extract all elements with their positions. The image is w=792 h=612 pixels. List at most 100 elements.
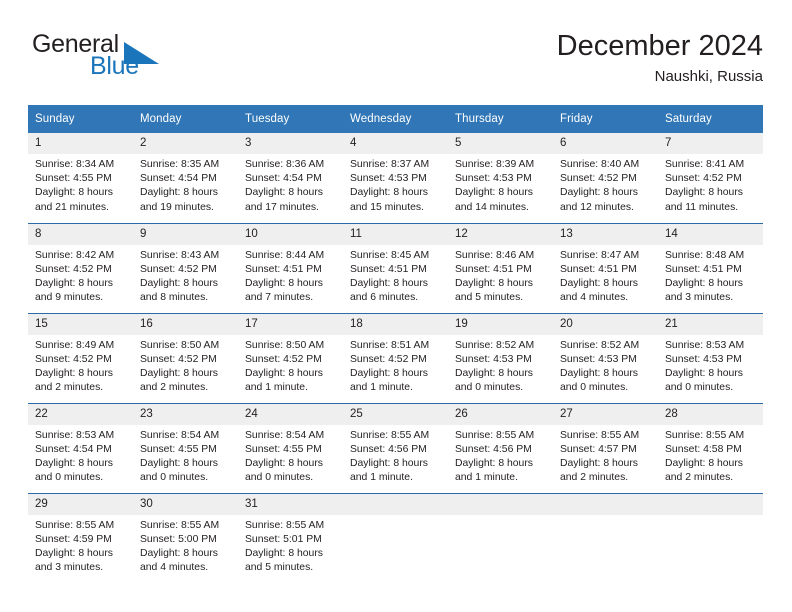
calendar-day-cell[interactable]: 16 Sunrise: 8:50 AM Sunset: 4:52 PM Dayligh… <box>133 312 238 403</box>
day-details: Sunrise: 8:50 AM Sunset: 4:52 PM Daylight:… <box>238 335 343 396</box>
day-details: Sunrise: 8:49 AM Sunset: 4:52 PM Daylight:… <box>28 335 133 396</box>
daylight-text-line2: and 0 minutes. <box>245 472 314 484</box>
sunset-text: Sunset: 5:00 PM <box>140 533 217 545</box>
brand-name-blue: Blue <box>90 52 139 80</box>
day-details: Sunrise: 8:39 AM Sunset: 4:53 PM Daylight:… <box>448 154 553 215</box>
calendar-day-cell[interactable]: 27 Sunrise: 8:55 AM Sunset: 4:57 PM Dayligh… <box>553 402 658 493</box>
sunrise-text: Sunrise: 8:51 AM <box>350 339 430 351</box>
calendar-day-cell[interactable]: 14 Sunrise: 8:48 AM Sunset: 4:51 PM Dayligh… <box>658 222 763 313</box>
calendar-day-cell[interactable]: 6 Sunrise: 8:40 AM Sunset: 4:52 PM Daylight… <box>553 133 658 223</box>
daylight-text-line2: and 5 minutes. <box>245 562 314 574</box>
sunrise-text: Sunrise: 8:43 AM <box>140 249 220 261</box>
daylight-text-line2: and 1 minute. <box>350 382 413 394</box>
sunrise-text: Sunrise: 8:45 AM <box>350 249 430 261</box>
daylight-text-line2: and 1 minute. <box>455 472 518 484</box>
calendar-day-cell[interactable]: 23 Sunrise: 8:54 AM Sunset: 4:55 PM Dayligh… <box>133 402 238 493</box>
sunset-text: Sunset: 4:52 PM <box>560 173 637 185</box>
daylight-text-line1: Daylight: 8 hours <box>245 187 323 199</box>
calendar-day-cell[interactable]: 12 Sunrise: 8:46 AM Sunset: 4:51 PM Dayligh… <box>448 222 553 313</box>
calendar-day-cell[interactable]: 7 Sunrise: 8:41 AM Sunset: 4:52 PM Daylight… <box>658 133 763 223</box>
calendar-day-cell[interactable]: 26 Sunrise: 8:55 AM Sunset: 4:56 PM Dayligh… <box>448 402 553 493</box>
daylight-text-line1: Daylight: 8 hours <box>140 457 218 469</box>
calendar-day-cell[interactable]: 31 Sunrise: 8:55 AM Sunset: 5:01 PM Dayligh… <box>238 492 343 583</box>
day-details: Sunrise: 8:53 AM Sunset: 4:54 PM Daylight:… <box>28 425 133 486</box>
calendar-day-cell[interactable]: 20 Sunrise: 8:52 AM Sunset: 4:53 PM Dayligh… <box>553 312 658 403</box>
daylight-text-line1: Daylight: 8 hours <box>245 457 323 469</box>
day-details: Sunrise: 8:37 AM Sunset: 4:53 PM Daylight:… <box>343 154 448 215</box>
day-details: Sunrise: 8:54 AM Sunset: 4:55 PM Daylight:… <box>133 425 238 486</box>
sunset-text: Sunset: 4:54 PM <box>245 173 322 185</box>
calendar-week-row: 15 Sunrise: 8:49 AM Sunset: 4:52 PM Dayligh… <box>28 312 763 403</box>
daylight-text-line1: Daylight: 8 hours <box>665 457 743 469</box>
sunset-text: Sunset: 4:52 PM <box>35 263 112 275</box>
day-details: Sunrise: 8:35 AM Sunset: 4:54 PM Daylight:… <box>133 154 238 215</box>
day-details: Sunrise: 8:55 AM Sunset: 4:59 PM Daylight:… <box>28 515 133 576</box>
day-number <box>658 493 763 515</box>
sunrise-text: Sunrise: 8:55 AM <box>140 519 220 531</box>
calendar-week-row: 8 Sunrise: 8:42 AM Sunset: 4:52 PM Daylight… <box>28 222 763 313</box>
daylight-text-line2: and 14 minutes. <box>455 201 529 213</box>
day-number: 10 <box>238 223 343 245</box>
sunrise-text: Sunrise: 8:54 AM <box>140 429 220 441</box>
calendar-day-cell[interactable]: 28 Sunrise: 8:55 AM Sunset: 4:58 PM Dayligh… <box>658 402 763 493</box>
calendar-day-cell[interactable]: 30 Sunrise: 8:55 AM Sunset: 5:00 PM Dayligh… <box>133 492 238 583</box>
sunset-text: Sunset: 4:51 PM <box>350 263 427 275</box>
calendar-day-cell[interactable]: 9 Sunrise: 8:43 AM Sunset: 4:52 PM Daylight… <box>133 222 238 313</box>
sunrise-text: Sunrise: 8:55 AM <box>350 429 430 441</box>
daylight-text-line2: and 4 minutes. <box>140 562 209 574</box>
calendar-day-cell[interactable]: 22 Sunrise: 8:53 AM Sunset: 4:54 PM Dayligh… <box>28 402 133 493</box>
day-details: Sunrise: 8:45 AM Sunset: 4:51 PM Daylight:… <box>343 245 448 306</box>
day-number <box>343 493 448 515</box>
brand-logo[interactable]: General Blue <box>28 28 218 86</box>
calendar-day-cell[interactable]: 25 Sunrise: 8:55 AM Sunset: 4:56 PM Dayligh… <box>343 402 448 493</box>
sunset-text: Sunset: 5:01 PM <box>245 533 322 545</box>
day-number: 17 <box>238 313 343 335</box>
daylight-text-line2: and 11 minutes. <box>665 201 739 213</box>
sunset-text: Sunset: 4:58 PM <box>665 443 742 455</box>
day-details: Sunrise: 8:42 AM Sunset: 4:52 PM Daylight:… <box>28 245 133 306</box>
calendar-day-cell[interactable]: 24 Sunrise: 8:54 AM Sunset: 4:55 PM Dayligh… <box>238 402 343 493</box>
daylight-text-line2: and 9 minutes. <box>35 292 104 304</box>
daylight-text-line1: Daylight: 8 hours <box>350 277 428 289</box>
calendar-day-cell[interactable]: 1 Sunrise: 8:34 AM Sunset: 4:55 PM Daylight… <box>28 133 133 223</box>
day-details: Sunrise: 8:43 AM Sunset: 4:52 PM Daylight:… <box>133 245 238 306</box>
sunset-text: Sunset: 4:53 PM <box>665 353 742 365</box>
calendar-day-cell[interactable]: 19 Sunrise: 8:52 AM Sunset: 4:53 PM Dayligh… <box>448 312 553 403</box>
calendar-day-cell[interactable]: 8 Sunrise: 8:42 AM Sunset: 4:52 PM Daylight… <box>28 222 133 313</box>
sunset-text: Sunset: 4:57 PM <box>560 443 637 455</box>
day-number: 19 <box>448 313 553 335</box>
daylight-text-line1: Daylight: 8 hours <box>140 547 218 559</box>
calendar-day-cell[interactable]: 5 Sunrise: 8:39 AM Sunset: 4:53 PM Daylight… <box>448 133 553 223</box>
calendar-day-cell[interactable]: 10 Sunrise: 8:44 AM Sunset: 4:51 PM Dayligh… <box>238 222 343 313</box>
calendar-day-cell[interactable]: 17 Sunrise: 8:50 AM Sunset: 4:52 PM Dayligh… <box>238 312 343 403</box>
calendar-day-cell[interactable]: 21 Sunrise: 8:53 AM Sunset: 4:53 PM Dayligh… <box>658 312 763 403</box>
daylight-text-line2: and 5 minutes. <box>455 292 524 304</box>
weekday-header-sunday: Sunday <box>28 105 133 133</box>
day-details: Sunrise: 8:47 AM Sunset: 4:51 PM Daylight:… <box>553 245 658 306</box>
daylight-text-line1: Daylight: 8 hours <box>665 367 743 379</box>
calendar-day-cell[interactable]: 18 Sunrise: 8:51 AM Sunset: 4:52 PM Dayligh… <box>343 312 448 403</box>
calendar-day-cell[interactable]: 2 Sunrise: 8:35 AM Sunset: 4:54 PM Daylight… <box>133 133 238 223</box>
daylight-text-line2: and 3 minutes. <box>665 292 734 304</box>
sunrise-text: Sunrise: 8:35 AM <box>140 159 220 170</box>
calendar-day-cell[interactable]: 11 Sunrise: 8:45 AM Sunset: 4:51 PM Dayligh… <box>343 222 448 313</box>
sunrise-text: Sunrise: 8:55 AM <box>455 429 535 441</box>
day-number: 28 <box>658 403 763 425</box>
weekday-header-friday: Friday <box>553 105 658 133</box>
sunset-text: Sunset: 4:52 PM <box>665 173 742 185</box>
day-details: Sunrise: 8:40 AM Sunset: 4:52 PM Daylight:… <box>553 154 658 215</box>
calendar-day-cell[interactable]: 3 Sunrise: 8:36 AM Sunset: 4:54 PM Daylight… <box>238 133 343 223</box>
day-details: Sunrise: 8:50 AM Sunset: 4:52 PM Daylight:… <box>133 335 238 396</box>
day-number: 18 <box>343 313 448 335</box>
calendar-day-cell[interactable]: 4 Sunrise: 8:37 AM Sunset: 4:53 PM Daylight… <box>343 133 448 223</box>
calendar-day-cell[interactable]: 15 Sunrise: 8:49 AM Sunset: 4:52 PM Dayligh… <box>28 312 133 403</box>
daylight-text-line2: and 0 minutes. <box>35 472 104 484</box>
calendar-day-cell[interactable]: 13 Sunrise: 8:47 AM Sunset: 4:51 PM Dayligh… <box>553 222 658 313</box>
sunrise-text: Sunrise: 8:36 AM <box>245 159 325 170</box>
calendar-week-row: 1 Sunrise: 8:34 AM Sunset: 4:55 PM Daylight… <box>28 133 763 223</box>
daylight-text-line2: and 0 minutes. <box>455 382 524 394</box>
day-number: 22 <box>28 403 133 425</box>
calendar-day-cell[interactable]: 29 Sunrise: 8:55 AM Sunset: 4:59 PM Dayligh… <box>28 492 133 583</box>
daylight-text-line1: Daylight: 8 hours <box>455 277 533 289</box>
day-number: 2 <box>133 133 238 154</box>
